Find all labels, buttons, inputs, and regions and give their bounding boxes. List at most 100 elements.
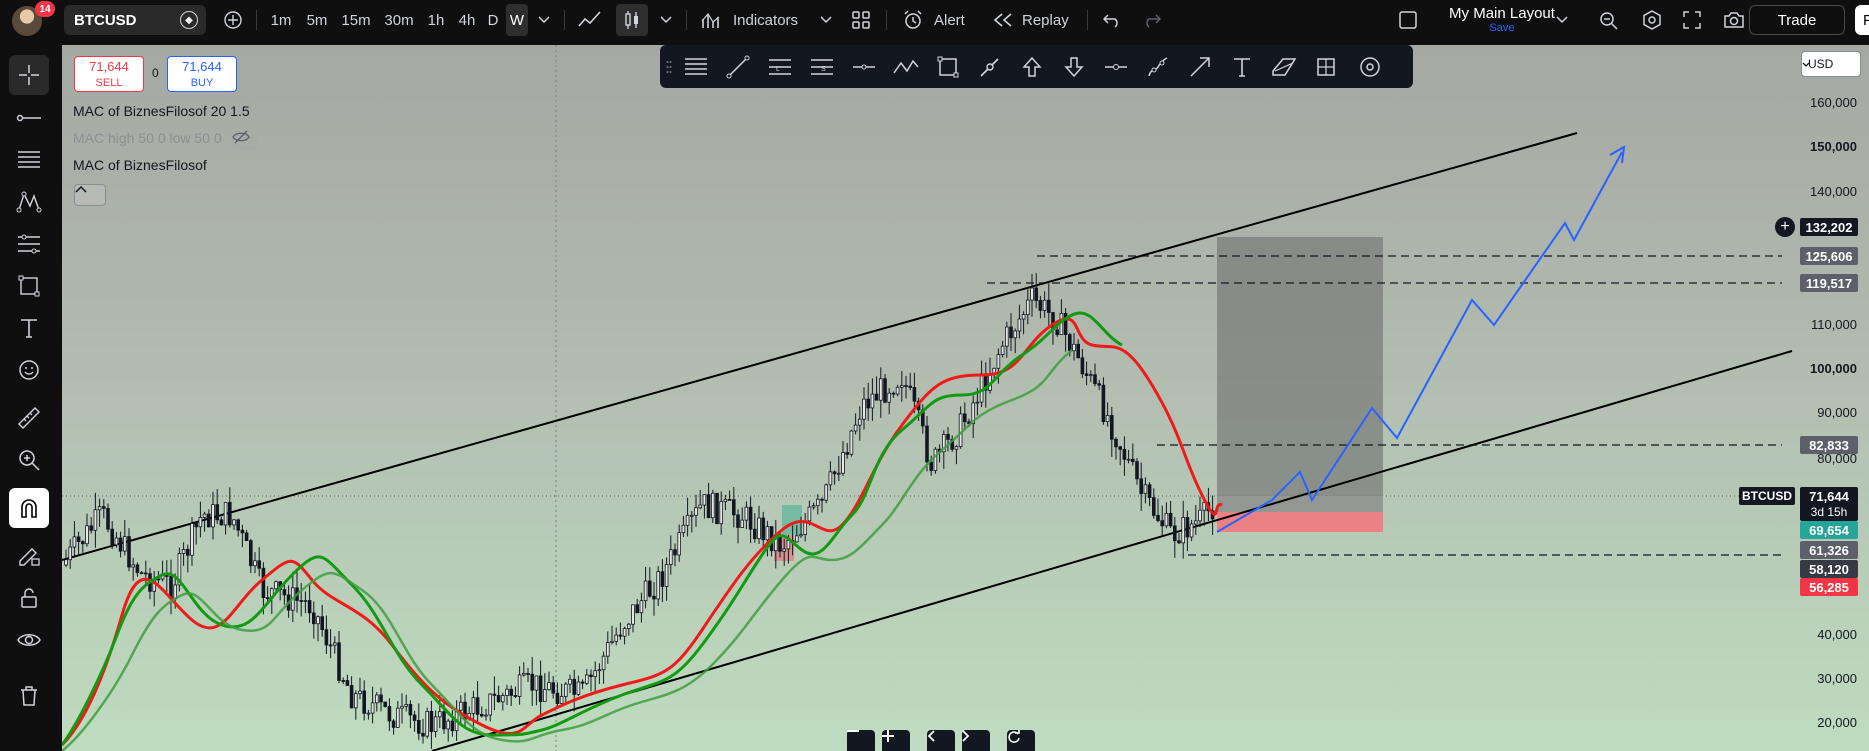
trend-line-icon[interactable] (722, 51, 754, 83)
brush-icon[interactable] (974, 51, 1006, 83)
candle-body (639, 600, 644, 614)
layout-dropdown[interactable] (1548, 4, 1576, 36)
price-line-icon[interactable] (1100, 51, 1132, 83)
indicator-legend-1[interactable]: MAC of BiznesFilosof 20 1.5 (73, 103, 250, 119)
templates-button[interactable] (845, 4, 877, 36)
scroll-right-button[interactable] (962, 730, 990, 751)
timeframe-30m[interactable]: 30m (380, 4, 418, 36)
regression-channel-icon[interactable]: S (806, 51, 838, 83)
candle-chart-button[interactable] (616, 4, 648, 36)
settings-button[interactable] (1636, 4, 1668, 36)
emoji-tool[interactable] (9, 350, 49, 390)
indicator-legend-2[interactable]: MAC high 50 0 low 50 0 (73, 130, 222, 146)
candle-body (429, 710, 434, 732)
chart-pane[interactable]: 71,644 SELL 0 71,644 BUY MAC of BiznesFi… (62, 45, 1869, 751)
collapse-legend-button[interactable] (74, 184, 106, 206)
path-icon[interactable] (890, 51, 922, 83)
drag-handle-icon[interactable] (662, 51, 676, 83)
trend-line-tool[interactable] (9, 98, 49, 138)
candle-body (832, 471, 837, 475)
layout-square-icon (1399, 11, 1417, 29)
alert-icon-button[interactable] (897, 4, 929, 36)
indicators-dropdown[interactable] (812, 4, 840, 36)
buy-button[interactable]: 71,644 BUY (167, 56, 237, 92)
candle-body (1194, 520, 1198, 525)
candle-body (1013, 330, 1017, 339)
add-alert-plus-icon[interactable]: + (1775, 217, 1795, 237)
rectangle-draw-icon[interactable] (932, 51, 964, 83)
candle-body (102, 506, 106, 509)
bar-countdown-tag: 3d 15h (1800, 503, 1858, 521)
remove-drawings-button[interactable] (9, 676, 49, 716)
timeframe-15m[interactable]: 15m (338, 4, 374, 36)
parallel-channel-icon[interactable]: L (764, 51, 796, 83)
diamond-icon[interactable]: ◆ (180, 11, 198, 29)
candle-body (559, 695, 564, 704)
timeframe-1h[interactable]: 1h (424, 4, 448, 36)
fib-tool[interactable] (9, 140, 49, 180)
publish-button[interactable]: Pu (1855, 5, 1869, 35)
indicators-button[interactable]: Indicators (733, 4, 798, 36)
candle-body (874, 393, 879, 401)
zoom-tool[interactable] (9, 440, 49, 480)
parallelogram-icon[interactable] (1268, 51, 1300, 83)
replay-button[interactable]: Replay (1022, 4, 1069, 36)
hidden-eye-icon[interactable] (232, 130, 258, 150)
currency-select[interactable]: USD (1801, 51, 1861, 77)
crosshair-tool[interactable] (9, 55, 49, 95)
alert-button[interactable]: Alert (934, 4, 965, 36)
trade-button[interactable]: Trade (1749, 5, 1845, 35)
magnet-mode-button[interactable] (9, 488, 49, 528)
reset-chart-button[interactable] (1007, 730, 1035, 751)
arrow-line-icon[interactable] (1184, 51, 1216, 83)
more-tools-icon[interactable] (1354, 51, 1386, 83)
text-draw-icon[interactable] (1226, 51, 1258, 83)
candle-body (1198, 509, 1202, 522)
divider (564, 10, 565, 30)
zoom-in-button[interactable] (882, 730, 910, 751)
undo-button[interactable] (1096, 4, 1128, 36)
symbol-search-button[interactable]: BTCUSD ◆ (64, 5, 206, 35)
horizontal-ray-icon[interactable] (848, 51, 880, 83)
fullscreen-button[interactable] (1676, 4, 1708, 36)
candle-body (76, 536, 81, 542)
curve-icon[interactable] (1142, 51, 1174, 83)
line-chart-button[interactable] (574, 4, 606, 36)
fib-levels-icon[interactable] (680, 51, 712, 83)
price-chart-canvas[interactable] (62, 45, 1869, 751)
chart-type-dropdown[interactable] (652, 4, 680, 36)
indicator-legend-3[interactable]: MAC of BiznesFilosof (73, 157, 207, 173)
redo-button[interactable] (1136, 4, 1168, 36)
sell-button[interactable]: 71,644 SELL (74, 56, 144, 92)
quick-search-button[interactable] (1592, 4, 1624, 36)
scroll-left-button[interactable] (927, 730, 955, 751)
plus-circle-icon (224, 11, 242, 29)
add-symbol-button[interactable] (217, 4, 249, 36)
zoom-out-button[interactable] (847, 730, 875, 751)
forecast-tool[interactable] (9, 224, 49, 264)
text-tool[interactable] (9, 308, 49, 348)
frame-icon[interactable] (1310, 51, 1342, 83)
candle-body (366, 712, 371, 715)
arrow-down-icon[interactable] (1058, 51, 1090, 83)
arrow-up-icon[interactable] (1016, 51, 1048, 83)
candle-body (845, 452, 849, 455)
lock-drawings-button[interactable] (9, 578, 49, 618)
chevron-down-icon (820, 16, 832, 24)
timeframe-4h[interactable]: 4h (454, 4, 480, 36)
screenshot-button[interactable] (1718, 4, 1750, 36)
measure-tool[interactable] (9, 398, 49, 438)
indicators-icon-button[interactable] (696, 4, 728, 36)
layout-select-button[interactable] (1392, 4, 1424, 36)
hide-drawings-button[interactable] (9, 620, 49, 660)
shapes-tool[interactable] (9, 266, 49, 306)
timeframe-dropdown[interactable] (530, 4, 558, 36)
timeframe-5m[interactable]: 5m (302, 4, 332, 36)
replay-icon-button[interactable] (987, 4, 1019, 36)
timeframe-w[interactable]: W (506, 4, 528, 36)
candle-body (404, 704, 408, 707)
timeframe-d[interactable]: D (484, 4, 502, 36)
pattern-tool[interactable] (9, 182, 49, 222)
timeframe-1m[interactable]: 1m (266, 4, 296, 36)
stay-in-drawing-mode-button[interactable] (9, 536, 49, 576)
